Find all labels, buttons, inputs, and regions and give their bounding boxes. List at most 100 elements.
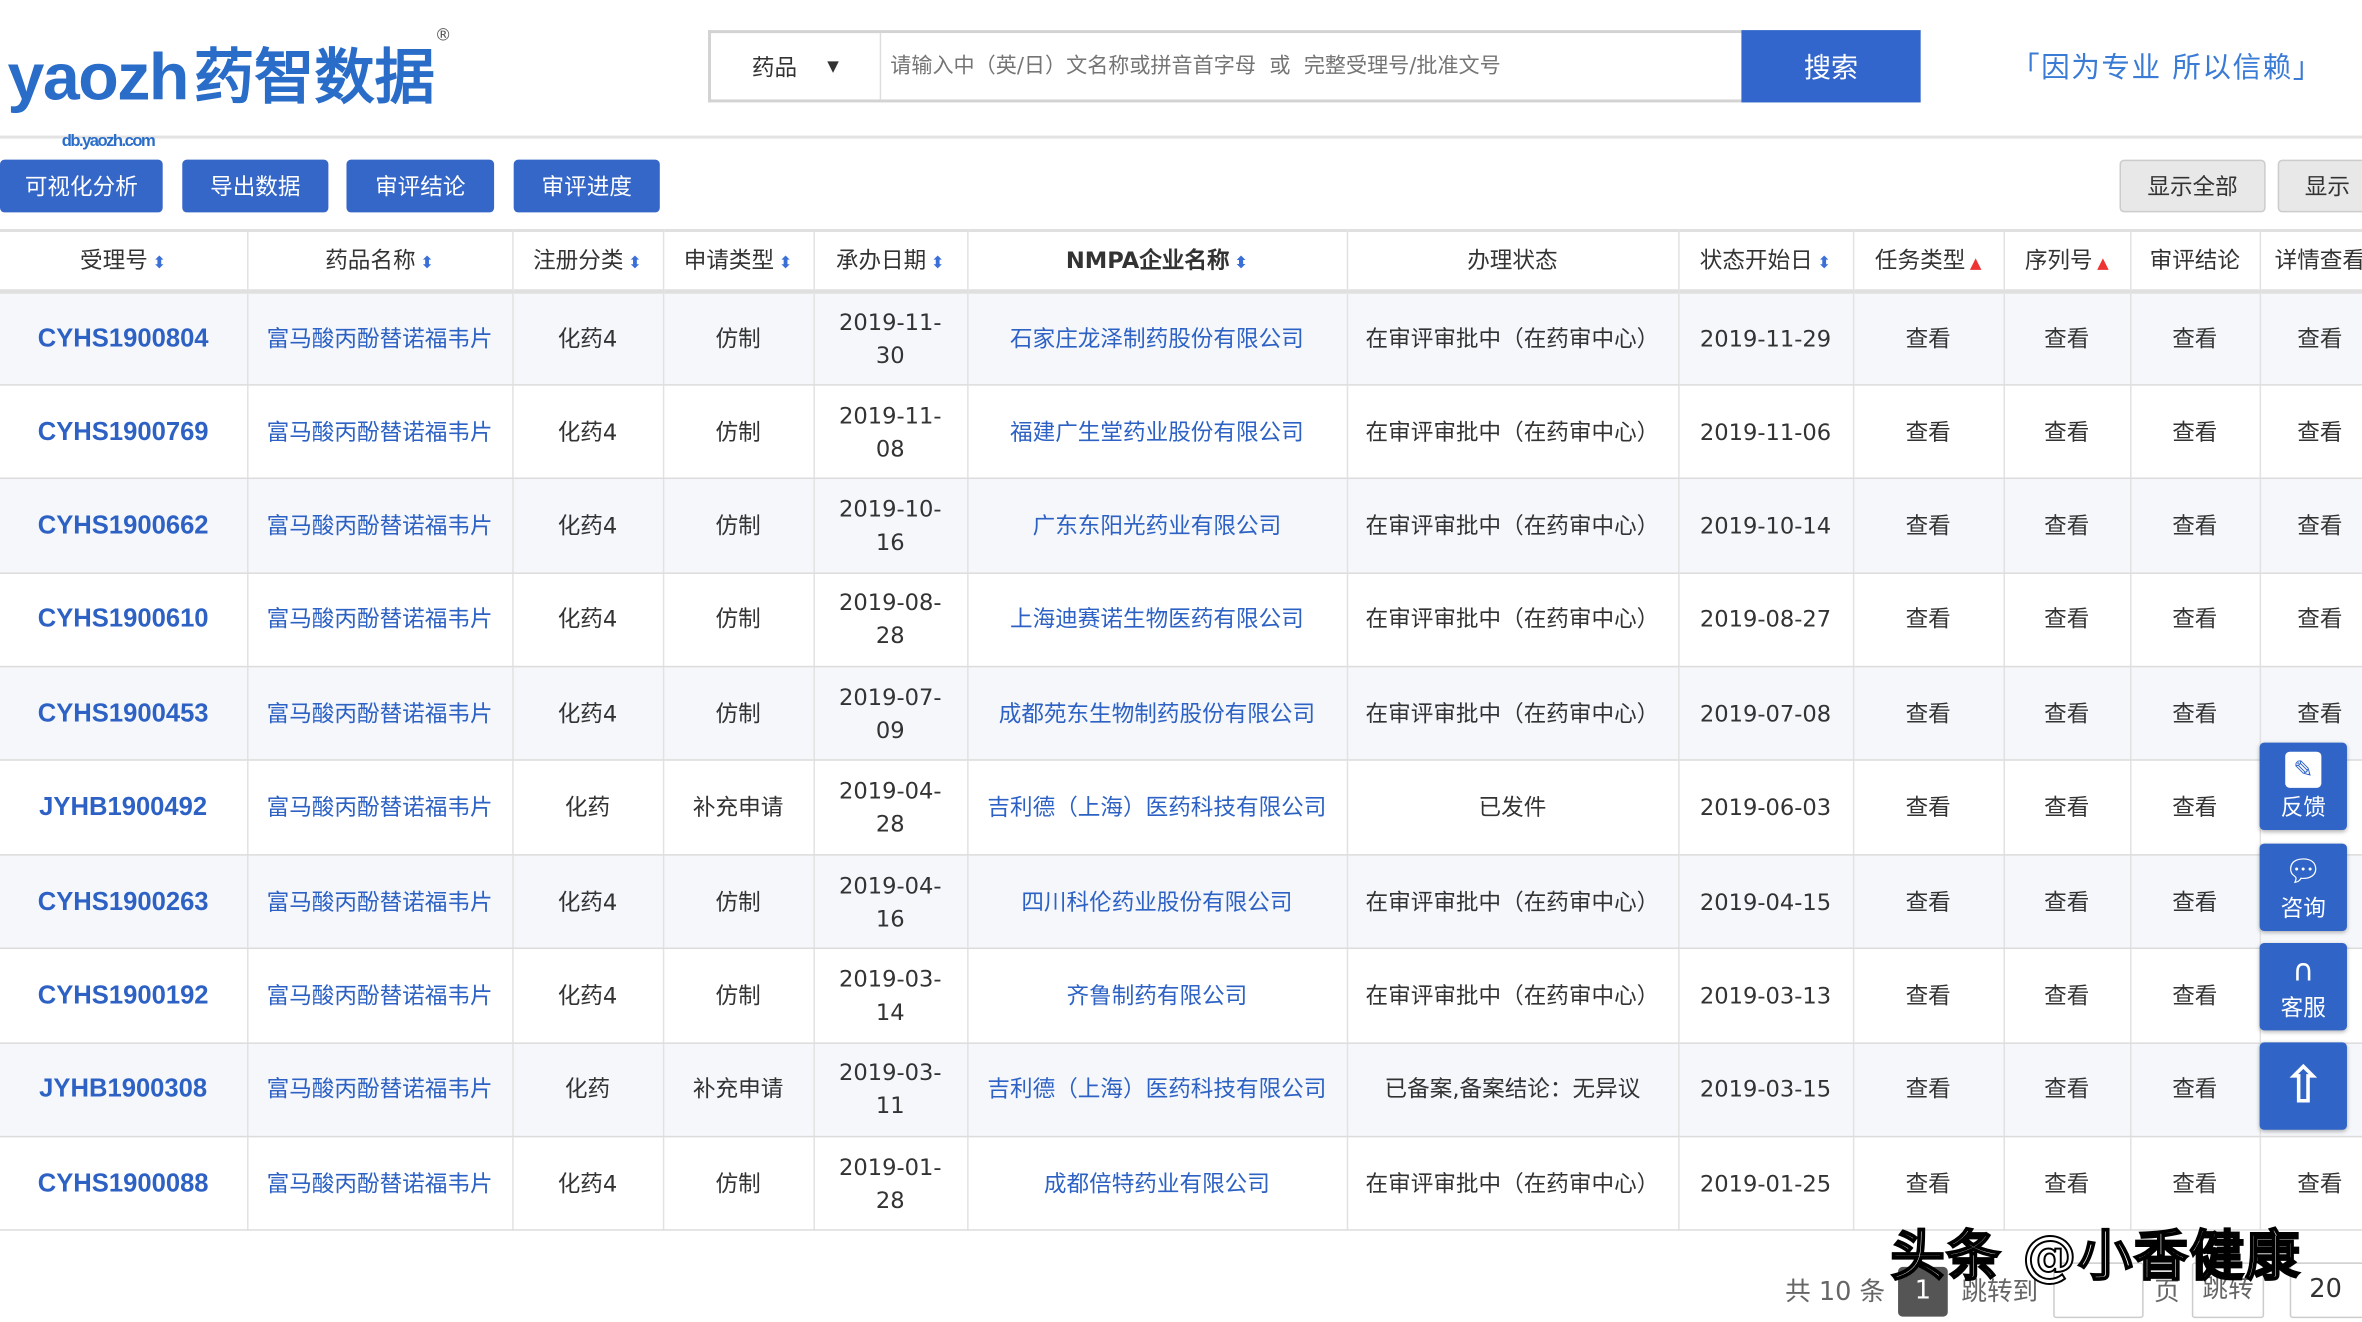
company-name-cell[interactable]: 齐鲁制药有限公司: [967, 949, 1347, 1043]
back-to-top-button[interactable]: ⇧: [2260, 1042, 2347, 1129]
view-link[interactable]: 查看: [1853, 667, 2004, 761]
logo[interactable]: yaozhdb.yaozh.com 药智数据 ®: [8, 21, 452, 111]
column-header[interactable]: 申请类型⬍: [663, 230, 814, 290]
view-link[interactable]: 查看: [1853, 291, 2004, 385]
company-name-cell[interactable]: 广东东阳光药业有限公司: [967, 479, 1347, 573]
processing-status-cell: 在审评审批中（在药审中心）: [1347, 949, 1678, 1043]
view-link[interactable]: 查看: [2130, 855, 2260, 949]
drug-name-cell[interactable]: 富马酸丙酚替诺福韦片: [247, 761, 512, 855]
view-link[interactable]: 查看: [1853, 385, 2004, 479]
review-conclusion-button[interactable]: 审评结论: [346, 160, 494, 213]
drug-name-cell[interactable]: 富马酸丙酚替诺福韦片: [247, 855, 512, 949]
acceptance-number-cell[interactable]: JYHB1900308: [0, 1043, 247, 1137]
view-link[interactable]: 查看: [2004, 667, 2131, 761]
export-data-button[interactable]: 导出数据: [182, 160, 328, 213]
view-link[interactable]: 查看: [1853, 573, 2004, 667]
acceptance-number-cell[interactable]: CYHS1900263: [0, 855, 247, 949]
company-name-cell[interactable]: 四川科伦药业股份有限公司: [967, 855, 1347, 949]
view-link[interactable]: 查看: [2130, 573, 2260, 667]
view-link[interactable]: 查看: [2004, 573, 2131, 667]
view-link[interactable]: 查看: [2130, 385, 2260, 479]
column-header[interactable]: 受理号⬍: [0, 230, 247, 290]
acceptance-number-cell[interactable]: CYHS1900610: [0, 573, 247, 667]
view-link[interactable]: 查看: [2260, 385, 2362, 479]
view-link[interactable]: 查看: [1853, 761, 2004, 855]
company-name-cell[interactable]: 石家庄龙泽制药股份有限公司: [967, 291, 1347, 385]
acceptance-number-cell[interactable]: CYHS1900662: [0, 479, 247, 573]
search-input[interactable]: [881, 33, 1741, 99]
search-button[interactable]: 搜索: [1741, 30, 1920, 102]
registration-class-cell: 化药4: [512, 949, 663, 1043]
sort-icon[interactable]: ⬍: [931, 253, 945, 273]
view-link[interactable]: 查看: [2004, 761, 2131, 855]
drug-name-cell[interactable]: 富马酸丙酚替诺福韦片: [247, 949, 512, 1043]
view-link[interactable]: 查看: [2130, 291, 2260, 385]
company-name-cell[interactable]: 吉利德（上海）医药科技有限公司: [967, 1043, 1347, 1137]
view-link[interactable]: 查看: [2260, 291, 2362, 385]
drug-name-cell[interactable]: 富马酸丙酚替诺福韦片: [247, 479, 512, 573]
drug-name-cell[interactable]: 富马酸丙酚替诺福韦片: [247, 573, 512, 667]
view-link[interactable]: 查看: [2130, 761, 2260, 855]
sort-icon[interactable]: ⬍: [152, 253, 166, 273]
view-link[interactable]: 查看: [2130, 667, 2260, 761]
sort-asc-icon[interactable]: ▲: [2097, 256, 2109, 273]
column-header[interactable]: 注册分类⬍: [512, 230, 663, 290]
view-link[interactable]: 查看: [2130, 1043, 2260, 1137]
column-header[interactable]: 药品名称⬍: [247, 230, 512, 290]
acceptance-number-cell[interactable]: CYHS1900804: [0, 291, 247, 385]
feedback-button[interactable]: ✎反馈: [2260, 743, 2347, 830]
category-select[interactable]: 药品▼: [711, 33, 881, 99]
sort-asc-icon[interactable]: ▲: [1970, 256, 1982, 273]
company-name-cell[interactable]: 福建广生堂药业股份有限公司: [967, 385, 1347, 479]
visual-analysis-button[interactable]: 可视化分析: [0, 160, 163, 213]
view-link[interactable]: 查看: [2130, 949, 2260, 1043]
drug-name-cell[interactable]: 富马酸丙酚替诺福韦片: [247, 385, 512, 479]
column-header[interactable]: 详情查看: [2260, 230, 2362, 290]
drug-name-cell[interactable]: 富马酸丙酚替诺福韦片: [247, 291, 512, 385]
acceptance-number-cell[interactable]: CYHS1900769: [0, 385, 247, 479]
column-header[interactable]: 审评结论: [2130, 230, 2260, 290]
table-row: JYHB1900308富马酸丙酚替诺福韦片化药补充申请2019-03-11吉利德…: [0, 1043, 2362, 1137]
view-link[interactable]: 查看: [1853, 949, 2004, 1043]
view-link[interactable]: 查看: [2260, 479, 2362, 573]
drug-name-cell[interactable]: 富马酸丙酚替诺福韦片: [247, 1043, 512, 1137]
view-link[interactable]: 查看: [1853, 1043, 2004, 1137]
sort-icon[interactable]: ⬍: [779, 253, 793, 273]
column-header[interactable]: 状态开始日⬍: [1678, 230, 1853, 290]
view-link[interactable]: 查看: [2004, 1043, 2131, 1137]
sort-icon[interactable]: ⬍: [1817, 253, 1831, 273]
service-button[interactable]: ∩客服: [2260, 943, 2347, 1030]
show-button[interactable]: 显示: [2278, 160, 2362, 213]
acceptance-number-cell[interactable]: CYHS1900192: [0, 949, 247, 1043]
view-link[interactable]: 查看: [1853, 855, 2004, 949]
show-all-button[interactable]: 显示全部: [2120, 160, 2266, 213]
column-header[interactable]: 办理状态: [1347, 230, 1678, 290]
view-link[interactable]: 查看: [2004, 385, 2131, 479]
view-link[interactable]: 查看: [2004, 949, 2131, 1043]
view-link[interactable]: 查看: [1853, 479, 2004, 573]
company-name-cell[interactable]: 上海迪赛诺生物医药有限公司: [967, 573, 1347, 667]
review-progress-button[interactable]: 审评进度: [514, 160, 660, 213]
column-header[interactable]: 序列号▲: [2004, 230, 2131, 290]
drug-name-cell[interactable]: 富马酸丙酚替诺福韦片: [247, 667, 512, 761]
view-link[interactable]: 查看: [2260, 573, 2362, 667]
company-name-cell[interactable]: 吉利德（上海）医药科技有限公司: [967, 761, 1347, 855]
company-name-cell[interactable]: 成都倍特药业有限公司: [967, 1137, 1347, 1231]
sort-icon[interactable]: ⬍: [628, 253, 642, 273]
acceptance-number-cell[interactable]: CYHS1900088: [0, 1137, 247, 1231]
view-link[interactable]: 查看: [2004, 855, 2131, 949]
registration-class-cell: 化药: [512, 761, 663, 855]
view-link[interactable]: 查看: [2130, 479, 2260, 573]
company-name-cell[interactable]: 成都苑东生物制药股份有限公司: [967, 667, 1347, 761]
column-header[interactable]: 承办日期⬍: [813, 230, 967, 290]
view-link[interactable]: 查看: [2004, 479, 2131, 573]
sort-icon[interactable]: ⬍: [1234, 253, 1248, 273]
view-link[interactable]: 查看: [2004, 291, 2131, 385]
drug-name-cell[interactable]: 富马酸丙酚替诺福韦片: [247, 1137, 512, 1231]
consult-button[interactable]: 💬︎咨询: [2260, 844, 2347, 931]
column-header[interactable]: NMPA企业名称⬍: [967, 230, 1347, 290]
sort-icon[interactable]: ⬍: [420, 253, 434, 273]
acceptance-number-cell[interactable]: JYHB1900492: [0, 761, 247, 855]
acceptance-number-cell[interactable]: CYHS1900453: [0, 667, 247, 761]
column-header[interactable]: 任务类型▲: [1853, 230, 2004, 290]
